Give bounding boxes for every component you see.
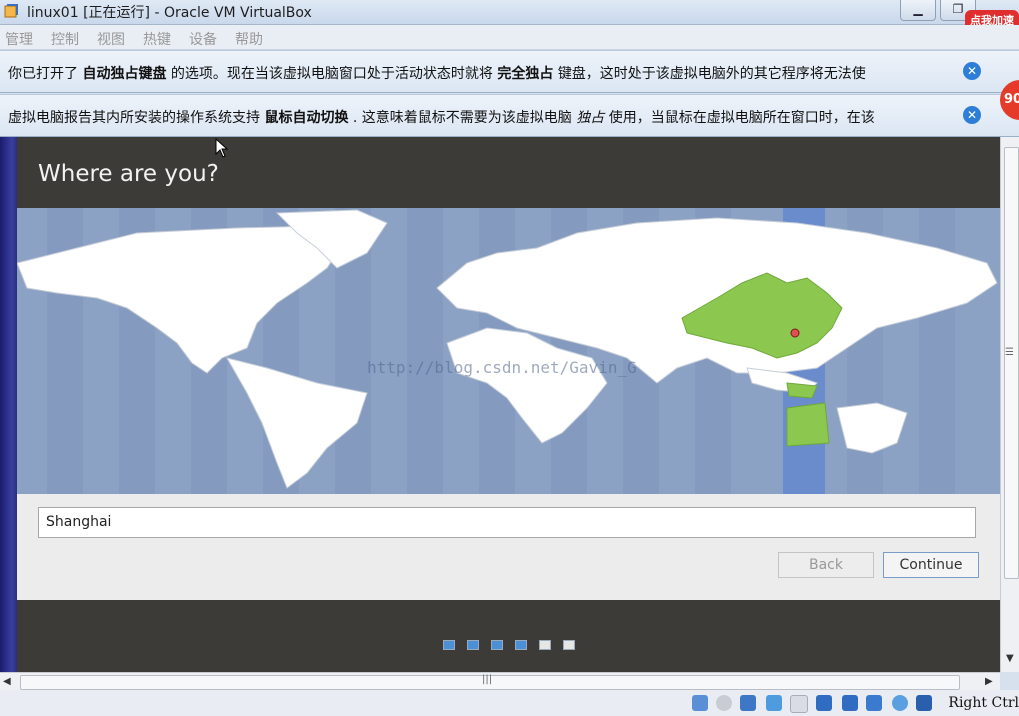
scroll-left-arrow-icon[interactable]: ◀	[3, 676, 11, 687]
vertical-scroll-thumb[interactable]	[1004, 147, 1019, 579]
mouse-cursor-icon	[215, 138, 229, 158]
desktop-background-strip	[0, 137, 17, 672]
installer-footer	[17, 600, 1000, 672]
world-map-graphic[interactable]	[17, 208, 1000, 494]
notice-text-part: 键盘，这时处于该虚拟电脑外的其它程序将无法使	[557, 66, 866, 82]
notice-text-part: 使用，当鼠标在虚拟电脑所在窗口时，在该	[608, 110, 875, 126]
status-bar: Right Ctrl	[0, 690, 1019, 716]
menu-help[interactable]: 帮助	[235, 29, 263, 49]
vm-screen[interactable]: Where are you? http://blog.csdn.net/Gavi…	[17, 137, 1000, 672]
scroll-grip-icon: ☰	[1005, 347, 1014, 358]
menu-view[interactable]: 视图	[97, 29, 125, 49]
notice-text: 你已打开了 自动独占键盘 的选项。现在当该虚拟电脑窗口处于活动状态时就将 完全独…	[8, 63, 866, 83]
menu-control[interactable]: 控制	[51, 29, 79, 49]
installer-header: Where are you?	[17, 137, 1000, 208]
notice-text-part: . 这意味着鼠标不需要为该虚拟电脑	[352, 110, 572, 126]
location-pin-icon	[790, 328, 800, 338]
continue-button[interactable]: Continue	[883, 552, 979, 578]
progress-step-1	[443, 640, 455, 650]
notice-text-part: 虚拟电脑报告其内所安装的操作系统支持	[8, 110, 260, 126]
scroll-grip-icon: |||	[482, 674, 493, 685]
virtualbox-icon	[4, 4, 18, 18]
network-adapter-icon[interactable]	[842, 695, 858, 711]
australia-west-shape	[786, 402, 830, 447]
notice-text-part: 的选项。现在当该虚拟电脑窗口处于活动状态时就将	[170, 66, 493, 82]
menu-hotkeys[interactable]: 热键	[143, 29, 171, 49]
close-notice-icon[interactable]: ✕	[963, 106, 981, 124]
progress-step-2	[467, 640, 479, 650]
scroll-right-arrow-icon[interactable]: ▶	[985, 676, 993, 687]
close-notice-icon[interactable]: ✕	[963, 62, 981, 80]
progress-step-6	[563, 640, 575, 650]
back-button[interactable]: Back	[778, 552, 874, 578]
window-title-bar: linux01 [正在运行] - Oracle VM VirtualBox ▁ …	[0, 0, 1019, 32]
menu-manage[interactable]: 管理	[5, 29, 33, 49]
timezone-input[interactable]: Shanghai	[38, 507, 976, 538]
hard-disk-icon[interactable]	[692, 695, 708, 711]
keyboard-capture-notice: 你已打开了 自动独占键盘 的选项。现在当该虚拟电脑窗口处于活动状态时就将 完全独…	[0, 50, 1019, 93]
progress-step-4	[515, 640, 527, 650]
progress-step-5	[539, 640, 551, 650]
window-title: linux01 [正在运行] - Oracle VM VirtualBox	[27, 5, 312, 21]
keyboard-capture-icon[interactable]	[916, 695, 932, 711]
usb-icon[interactable]	[740, 695, 756, 711]
network-icon[interactable]	[816, 695, 832, 711]
notice-text-part: 你已打开了	[8, 66, 78, 82]
mouse-integration-notice: 虚拟电脑报告其内所安装的操作系统支持 鼠标自动切换 . 这意味着鼠标不需要为该虚…	[0, 94, 1019, 137]
notice-italic-text: 独占	[576, 110, 605, 126]
timezone-map[interactable]: http://blog.csdn.net/Gavin_G	[17, 208, 1000, 494]
timezone-islands-shape	[786, 382, 818, 399]
scroll-down-arrow-icon[interactable]: ▼	[1006, 653, 1014, 664]
notice-bold-text: 鼠标自动切换	[264, 110, 349, 126]
virtualization-icon[interactable]	[866, 695, 882, 711]
progress-step-3	[491, 640, 503, 650]
menu-bar: 管理 控制 视图 热键 设备 帮助	[0, 25, 1019, 50]
optical-disk-icon[interactable]	[716, 695, 732, 711]
speedup-number: 90	[1004, 92, 1019, 107]
minimize-button[interactable]: ▁	[900, 0, 936, 21]
notice-text: 虚拟电脑报告其内所安装的操作系统支持 鼠标自动切换 . 这意味着鼠标不需要为该虚…	[8, 107, 875, 127]
display-icon[interactable]	[790, 695, 808, 713]
mouse-integration-icon[interactable]	[892, 695, 908, 711]
host-key-label: Right Ctrl	[948, 695, 1019, 711]
watermark-text: http://blog.csdn.net/Gavin_G	[367, 358, 637, 377]
menu-devices[interactable]: 设备	[189, 29, 217, 49]
notice-bold-text: 完全独占	[497, 66, 554, 82]
notice-bold-text: 自动独占键盘	[82, 66, 167, 82]
shared-folder-icon[interactable]	[766, 695, 782, 711]
page-title: Where are you?	[38, 161, 219, 187]
horizontal-scrollbar[interactable]: ◀ ||| ▶	[0, 672, 1000, 691]
vertical-scrollbar[interactable]: ☰ ▼	[1000, 137, 1019, 672]
australia-east-shape	[836, 402, 908, 454]
